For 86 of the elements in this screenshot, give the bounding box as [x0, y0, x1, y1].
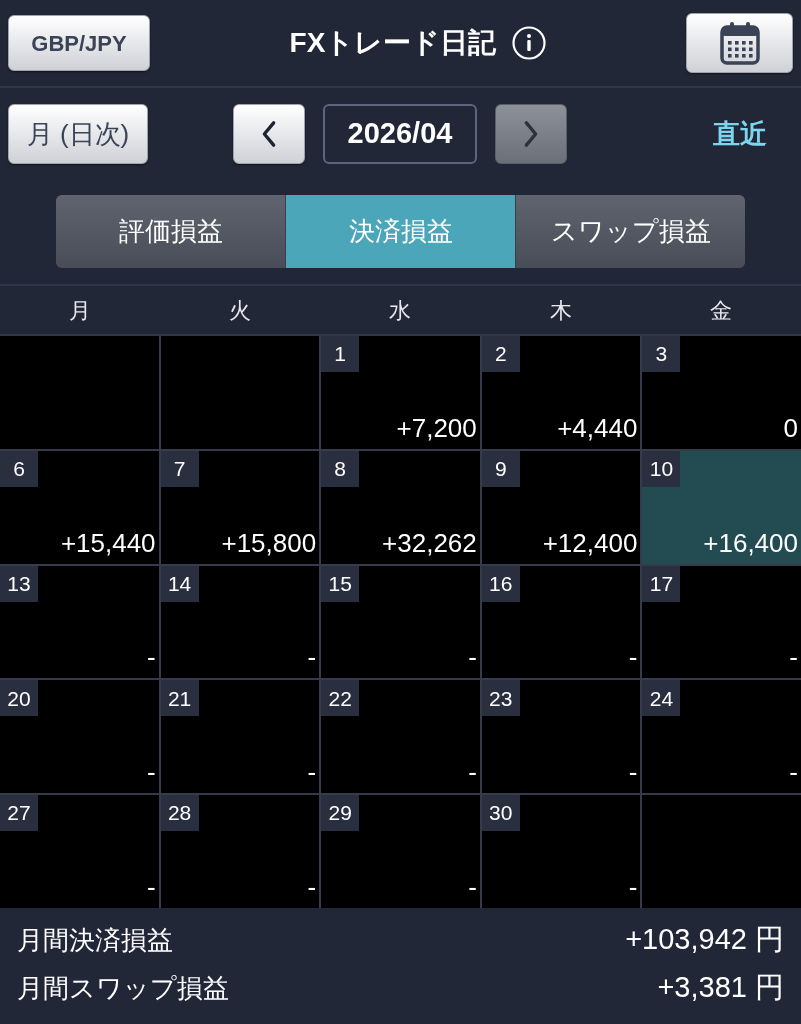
profit-amount: +15,800: [221, 527, 318, 560]
profit-amount: -: [468, 872, 478, 904]
day-cell[interactable]: 15 -: [321, 565, 480, 679]
day-cell[interactable]: 2 +4,440: [481, 336, 641, 449]
day-number: 1: [321, 336, 360, 372]
summary-label: 月間スワップ損益: [17, 971, 229, 1005]
day-cell[interactable]: 30 -: [481, 795, 641, 908]
day-number: 7: [160, 450, 199, 487]
day-cell[interactable]: 24 -: [642, 680, 801, 794]
day-cell[interactable]: 7 +15,800: [160, 450, 320, 564]
tab[interactable]: 評価損益: [56, 195, 285, 268]
day-number: 8: [321, 450, 360, 487]
highlighted-day-cell[interactable]: 10 +16,400: [642, 450, 801, 564]
day-number: 13: [0, 565, 38, 602]
previous-month-button[interactable]: [233, 104, 305, 164]
profit-amount: -: [628, 872, 639, 904]
profit-amount: -: [307, 872, 318, 904]
profit-amount: -: [307, 642, 318, 675]
weekday-label: 火: [229, 296, 252, 325]
day-number: 21: [160, 680, 199, 717]
profit-amount: +32,262: [382, 527, 478, 560]
day-number: 23: [481, 680, 520, 717]
profit-amount: -: [146, 642, 157, 675]
day-number: 9: [481, 450, 520, 487]
summary-value: +103,942 円: [625, 922, 784, 958]
calendar-button[interactable]: [686, 13, 793, 73]
day-number: 6: [0, 450, 38, 487]
day-number: 27: [0, 795, 38, 832]
latest-link[interactable]: 直近: [713, 113, 767, 155]
day-number: 22: [321, 680, 360, 717]
day-cell[interactable]: 14 -: [160, 565, 320, 679]
profit-amount: +16,400: [703, 527, 799, 560]
day-number: 28: [160, 795, 199, 832]
day-cell[interactable]: 8 +32,262: [321, 450, 480, 564]
summary-label: 月間決済損益: [17, 923, 173, 957]
profit-amount: -: [468, 757, 478, 790]
day-cell[interactable]: 21 -: [160, 680, 320, 794]
profit-amount: -: [789, 757, 799, 790]
profit-amount: -: [146, 872, 157, 904]
day-number: 16: [481, 565, 520, 602]
tab[interactable]: スワップ損益: [516, 195, 745, 268]
day-cell[interactable]: 1 +7,200: [321, 336, 480, 449]
profit-amount: +7,200: [396, 412, 478, 445]
profit-amount: -: [146, 757, 157, 790]
day-number: 14: [160, 565, 199, 602]
profit-amount: 0: [783, 412, 799, 445]
day-cell[interactable]: 23 -: [481, 680, 641, 794]
profit-amount: +4,440: [557, 412, 639, 445]
day-cell[interactable]: 27 -: [0, 795, 159, 908]
summary-value: +3,381 円: [657, 970, 784, 1006]
weekday-label: 木: [549, 296, 572, 325]
day-cell[interactable]: 6 +15,440: [0, 450, 159, 564]
day-number: 29: [321, 795, 360, 832]
profit-amount: -: [468, 642, 478, 675]
day-number: 20: [0, 680, 38, 717]
day-number: 30: [481, 795, 520, 832]
day-cell[interactable]: 16 -: [481, 565, 641, 679]
weekday-label: 月: [69, 296, 92, 325]
day-number: 10: [642, 450, 681, 487]
page-title: FXトレード日記: [289, 26, 497, 60]
day-cell[interactable]: 17 -: [642, 565, 801, 679]
view-mode-button[interactable]: 月 (日次): [8, 104, 148, 164]
day-cell[interactable]: 13 -: [0, 565, 159, 679]
day-number: 2: [481, 336, 520, 372]
weekday-label: 金: [709, 296, 732, 325]
day-number: 15: [321, 565, 360, 602]
profit-amount: -: [628, 642, 639, 675]
calendar-icon: [719, 21, 760, 65]
currency-pair-button[interactable]: GBP/JPY: [8, 15, 150, 71]
day-number: 17: [642, 565, 681, 602]
day-cell[interactable]: 28 -: [160, 795, 320, 908]
weekday-label: 水: [389, 296, 412, 325]
profit-amount: +15,440: [60, 527, 157, 560]
profit-amount: -: [789, 642, 799, 675]
day-cell[interactable]: 3 0: [642, 336, 801, 449]
day-cell[interactable]: 9 +12,400: [481, 450, 641, 564]
profit-amount: +12,400: [542, 527, 639, 560]
profit-amount: -: [628, 757, 639, 790]
day-number: 3: [642, 336, 681, 372]
month-field[interactable]: 2026/04: [323, 104, 477, 164]
day-cell[interactable]: 22 -: [321, 680, 480, 794]
day-number: 24: [642, 680, 681, 717]
info-icon[interactable]: [512, 26, 547, 60]
profit-amount: -: [307, 757, 318, 790]
day-cell[interactable]: 20 -: [0, 680, 159, 794]
day-cell[interactable]: 29 -: [321, 795, 480, 908]
